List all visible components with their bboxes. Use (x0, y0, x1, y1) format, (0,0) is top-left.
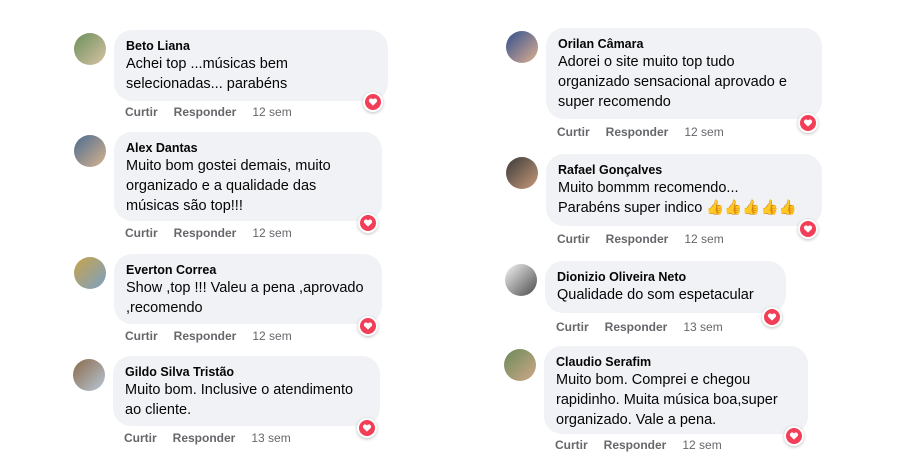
comment-text: Muito bommm recomendo... Parabéns super … (558, 180, 797, 216)
avatar[interactable] (504, 349, 536, 381)
comment-author[interactable]: Beto Liana (126, 38, 376, 54)
comment-text: Muito bom gostei demais, muito organizad… (126, 158, 331, 214)
like-button[interactable]: Curtir (125, 226, 158, 240)
comment-bubble: Everton Correa Show ,top !!! Valeu a pen… (114, 254, 382, 324)
comment-time[interactable]: 13 sem (683, 320, 722, 334)
reply-button[interactable]: Responder (174, 329, 237, 343)
comment-actions: Curtir Responder 12 sem (555, 438, 738, 452)
comment-text: Muito bom. Inclusive o atendimento ao cl… (125, 382, 354, 418)
comment-author[interactable]: Gildo Silva Tristão (125, 364, 368, 380)
heart-reaction-icon (800, 221, 816, 237)
avatar[interactable] (74, 257, 106, 289)
comment-time[interactable]: 13 sem (251, 431, 290, 445)
avatar[interactable] (74, 33, 106, 65)
comment-bubble: Rafael Gonçalves Muito bommm recomendo..… (546, 154, 822, 226)
heart-reaction-icon (360, 318, 376, 334)
comment-actions: Curtir Responder 13 sem (124, 431, 307, 445)
reaction-badge[interactable] (363, 92, 383, 112)
comment-actions: Curtir Responder 12 sem (557, 232, 740, 246)
reaction-badge[interactable] (762, 307, 782, 327)
reaction-badge[interactable] (357, 418, 377, 438)
comment-actions: Curtir Responder 13 sem (556, 320, 739, 334)
comment-time[interactable]: 12 sem (252, 329, 291, 343)
heart-reaction-icon (365, 94, 381, 110)
reaction-badge[interactable] (358, 316, 378, 336)
like-button[interactable]: Curtir (555, 438, 588, 452)
comment-text: Qualidade do som espetacular (557, 287, 754, 303)
comment-bubble: Beto Liana Achei top ...músicas bem sele… (114, 30, 388, 101)
comment-bubble: Dionizio Oliveira Neto Qualidade do som … (545, 261, 786, 313)
like-button[interactable]: Curtir (556, 320, 589, 334)
reply-button[interactable]: Responder (604, 438, 667, 452)
heart-reaction-icon (359, 420, 375, 436)
avatar[interactable] (506, 157, 538, 189)
comment-time[interactable]: 12 sem (252, 105, 291, 119)
comment-author[interactable]: Dionizio Oliveira Neto (557, 269, 774, 285)
comment-actions: Curtir Responder 12 sem (125, 329, 308, 343)
comment-text: Adorei o site muito top tudo organizado … (558, 54, 787, 110)
reply-button[interactable]: Responder (606, 232, 669, 246)
comment-author[interactable]: Rafael Gonçalves (558, 162, 810, 178)
comment-time[interactable]: 12 sem (684, 125, 723, 139)
like-button[interactable]: Curtir (124, 431, 157, 445)
like-button[interactable]: Curtir (557, 232, 590, 246)
comment-text: Show ,top !!! Valeu a pena ,aprovado ,re… (126, 280, 364, 316)
heart-reaction-icon (360, 215, 376, 231)
comment-actions: Curtir Responder 12 sem (557, 125, 740, 139)
reaction-badge[interactable] (798, 219, 818, 239)
comment-time[interactable]: 12 sem (252, 226, 291, 240)
avatar[interactable] (74, 135, 106, 167)
heart-reaction-icon (786, 428, 802, 444)
reaction-badge[interactable] (784, 426, 804, 446)
avatar[interactable] (73, 359, 105, 391)
avatar[interactable] (506, 31, 538, 63)
comment-actions: Curtir Responder 12 sem (125, 105, 308, 119)
reply-button[interactable]: Responder (606, 125, 669, 139)
comment-bubble: Alex Dantas Muito bom gostei demais, mui… (114, 132, 382, 221)
reply-button[interactable]: Responder (605, 320, 668, 334)
comment-author[interactable]: Everton Correa (126, 262, 370, 278)
comment-bubble: Claudio Serafim Muito bom. Comprei e che… (544, 346, 808, 434)
reaction-badge[interactable] (798, 113, 818, 133)
like-button[interactable]: Curtir (125, 329, 158, 343)
comment-author[interactable]: Alex Dantas (126, 140, 370, 156)
reply-button[interactable]: Responder (174, 105, 237, 119)
avatar[interactable] (505, 264, 537, 296)
comment-bubble: Orilan Câmara Adorei o site muito top tu… (546, 28, 822, 119)
reply-button[interactable]: Responder (173, 431, 236, 445)
comment-text: Muito bom. Comprei e chegou rapidinho. M… (556, 372, 778, 428)
comment-bubble: Gildo Silva Tristão Muito bom. Inclusive… (113, 356, 380, 426)
heart-reaction-icon (764, 309, 780, 325)
comment-time[interactable]: 12 sem (684, 232, 723, 246)
comment-author[interactable]: Orilan Câmara (558, 36, 810, 52)
like-button[interactable]: Curtir (125, 105, 158, 119)
heart-reaction-icon (800, 115, 816, 131)
like-button[interactable]: Curtir (557, 125, 590, 139)
comment-text: Achei top ...músicas bem selecionadas...… (126, 56, 288, 92)
comment-time[interactable]: 12 sem (682, 438, 721, 452)
comment-author[interactable]: Claudio Serafim (556, 354, 796, 370)
comment-actions: Curtir Responder 12 sem (125, 226, 308, 240)
reaction-badge[interactable] (358, 213, 378, 233)
reply-button[interactable]: Responder (174, 226, 237, 240)
